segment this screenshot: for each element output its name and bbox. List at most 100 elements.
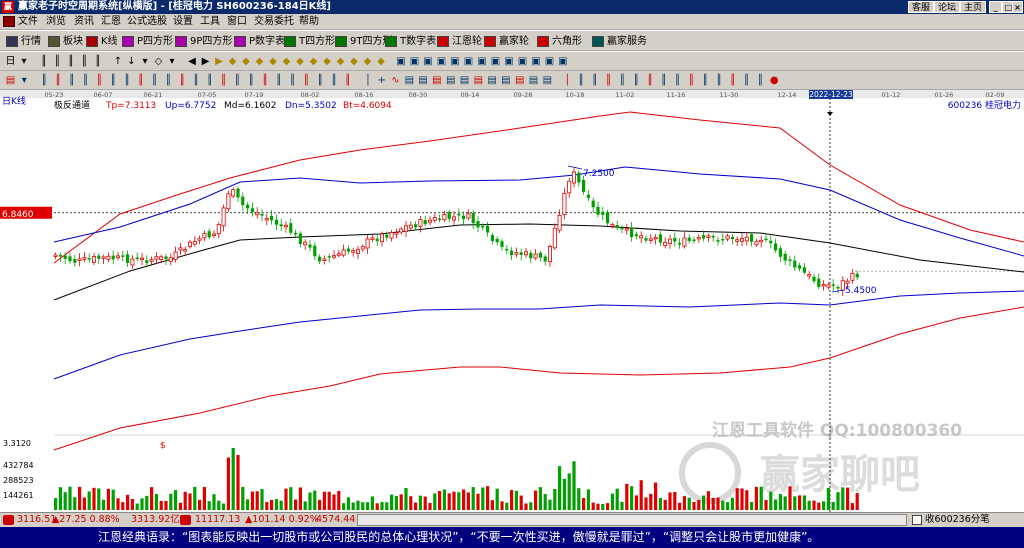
tool-icon[interactable]: ║ xyxy=(92,55,105,68)
tool-icon[interactable]: ║ xyxy=(203,74,216,87)
tool-icon[interactable]: ║ xyxy=(588,74,601,87)
tool-icon[interactable]: ▣ xyxy=(476,55,489,68)
tool-icon[interactable]: ║ xyxy=(575,74,588,87)
tool-icon[interactable]: ║ xyxy=(162,74,175,87)
tool-icon[interactable]: ║ xyxy=(726,74,739,87)
tool-icon[interactable]: ◆ xyxy=(307,55,320,68)
tool-icon[interactable]: ▶ xyxy=(213,55,226,68)
tool-icon[interactable]: ║ xyxy=(740,74,753,87)
tick-detail-label[interactable]: 收600236分笔 xyxy=(925,513,990,527)
tool-icon[interactable]: ║ xyxy=(341,74,354,87)
tool-icon[interactable]: ║ xyxy=(65,74,78,87)
tool-icon[interactable]: ◆ xyxy=(334,55,347,68)
toolbar-winner-wheel-button[interactable]: 赢家轮 xyxy=(484,34,529,49)
tool-icon[interactable]: ◆ xyxy=(240,55,253,68)
tool-icon[interactable]: ▣ xyxy=(435,55,448,68)
tool-icon[interactable]: ║ xyxy=(107,74,120,87)
toolbar-9p-square-button[interactable]: 9P四方形 xyxy=(175,34,232,49)
tool-icon[interactable]: ◀ xyxy=(186,55,199,68)
tool-icon[interactable]: │ xyxy=(561,74,574,87)
tool-icon[interactable]: ◆ xyxy=(361,55,374,68)
tool-icon[interactable]: ▣ xyxy=(395,55,408,68)
tool-icon[interactable]: ◆ xyxy=(348,55,361,68)
tool-icon[interactable]: ║ xyxy=(754,74,767,87)
tool-icon[interactable]: ◆ xyxy=(280,55,293,68)
tool-icon[interactable]: ▤ xyxy=(4,74,17,87)
toolbar-9t-square-button[interactable]: 9T四方形 xyxy=(335,34,392,49)
tool-icon[interactable]: ▶ xyxy=(199,55,212,68)
tool-icon[interactable]: ║ xyxy=(314,74,327,87)
toolbar-gann-wheel-button[interactable]: 江恩轮 xyxy=(437,34,482,49)
tool-icon[interactable]: ║ xyxy=(121,74,134,87)
tool-icon[interactable]: ║ xyxy=(286,74,299,87)
tool-icon[interactable]: ║ xyxy=(644,74,657,87)
tool-icon[interactable]: ▣ xyxy=(503,55,516,68)
tool-icon[interactable]: ║ xyxy=(190,74,203,87)
tool-icon[interactable]: ║ xyxy=(657,74,670,87)
chart-canvas[interactable]: 江恩工具软件 QQ:100800360 赢家聊吧 05-23 06-07 06-21 0… xyxy=(0,90,1024,512)
tool-icon[interactable]: ↑ xyxy=(112,55,125,68)
tool-icon[interactable]: ◆ xyxy=(226,55,239,68)
tool-icon[interactable]: ▣ xyxy=(516,55,529,68)
tool-icon[interactable]: ║ xyxy=(300,74,313,87)
tool-icon[interactable]: ▤ xyxy=(513,74,526,87)
tool-icon[interactable]: ◆ xyxy=(253,55,266,68)
tool-icon[interactable]: ║ xyxy=(259,74,272,87)
tool-icon[interactable]: │ xyxy=(361,74,374,87)
tool-icon[interactable]: ◆ xyxy=(321,55,334,68)
tool-icon[interactable]: ║ xyxy=(52,74,65,87)
tool-icon[interactable]: ◆ xyxy=(294,55,307,68)
toolbar-kline-button[interactable]: K线 xyxy=(86,34,118,49)
tool-icon[interactable]: ◆ xyxy=(267,55,280,68)
tool-icon[interactable]: ║ xyxy=(134,74,147,87)
toolbar-p-table-button[interactable]: P数字表 xyxy=(234,34,285,49)
tool-icon[interactable]: ▣ xyxy=(462,55,475,68)
tool-icon[interactable]: ║ xyxy=(78,55,91,68)
close-icon[interactable]: × xyxy=(1012,1,1023,13)
tool-icon[interactable]: ▾ xyxy=(166,55,179,68)
tool-icon[interactable]: 日 xyxy=(4,55,17,68)
tool-icon[interactable]: ║ xyxy=(217,74,230,87)
tool-icon[interactable]: ║ xyxy=(51,55,64,68)
menu-tools[interactable]: 工具 xyxy=(200,15,220,29)
tool-icon[interactable]: ║ xyxy=(148,74,161,87)
tool-icon[interactable]: ∿ xyxy=(389,74,402,87)
toolbar-t-table-button[interactable]: T数字表 xyxy=(385,34,436,49)
menu-browse[interactable]: 浏览 xyxy=(46,15,66,29)
menu-help[interactable]: 帮助 xyxy=(299,15,319,29)
tool-icon[interactable]: ║ xyxy=(245,74,258,87)
tool-icon[interactable]: ▤ xyxy=(458,74,471,87)
tool-icon[interactable]: ▣ xyxy=(449,55,462,68)
tool-icon[interactable]: ▤ xyxy=(499,74,512,87)
tool-icon[interactable]: ▤ xyxy=(417,74,430,87)
tool-icon[interactable]: ▣ xyxy=(408,55,421,68)
tool-icon[interactable]: ↓ xyxy=(125,55,138,68)
menu-settings[interactable]: 设置 xyxy=(173,15,193,29)
tool-icon[interactable]: ║ xyxy=(616,74,629,87)
tool-icon[interactable]: ▣ xyxy=(489,55,502,68)
tool-icon[interactable]: ║ xyxy=(713,74,726,87)
tool-icon[interactable]: ║ xyxy=(328,74,341,87)
tool-icon[interactable]: ║ xyxy=(38,55,51,68)
home-button[interactable]: 主页 xyxy=(960,1,987,13)
toolbar-blocks-button[interactable]: 板块 xyxy=(48,34,83,49)
minimize-icon[interactable]: _ xyxy=(989,1,1002,13)
tool-icon[interactable]: ║ xyxy=(699,74,712,87)
toolbar-p-square-button[interactable]: P四方形 xyxy=(122,34,173,49)
tool-icon[interactable]: ▤ xyxy=(486,74,499,87)
tool-icon[interactable]: ▤ xyxy=(527,74,540,87)
tool-icon[interactable]: ║ xyxy=(231,74,244,87)
tool-icon[interactable]: ║ xyxy=(630,74,643,87)
tool-icon[interactable]: ║ xyxy=(176,74,189,87)
tool-icon[interactable]: ● xyxy=(768,74,781,87)
toolbar-hexagon-button[interactable]: 六角形 xyxy=(537,34,582,49)
toolbar-t-square-button[interactable]: T四方形 xyxy=(284,34,335,49)
menu-news[interactable]: 资讯 xyxy=(74,15,94,29)
support-button[interactable]: 客服 xyxy=(908,1,935,13)
tool-icon[interactable]: ▤ xyxy=(541,74,554,87)
kline-chart[interactable]: 江恩工具软件 QQ:100800360 赢家聊吧 05-23 06-07 06-21 0… xyxy=(0,90,1024,512)
menu-formula-select[interactable]: 公式选股 xyxy=(127,15,167,29)
tool-icon[interactable]: ▤ xyxy=(472,74,485,87)
tool-icon[interactable]: ║ xyxy=(65,55,78,68)
tool-icon[interactable]: + xyxy=(375,74,388,87)
